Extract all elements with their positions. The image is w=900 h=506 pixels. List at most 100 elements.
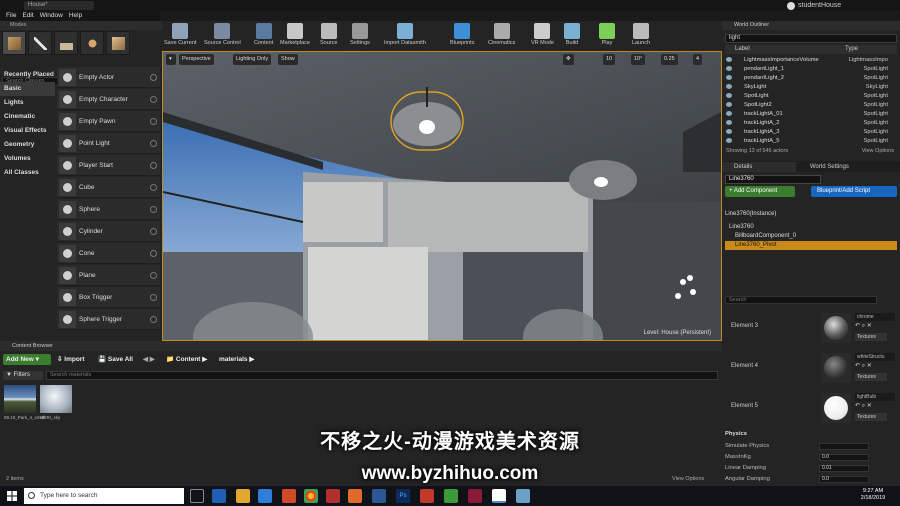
actor-item[interactable]: Sphere Trigger xyxy=(57,309,160,330)
toolbar-blueprints-button[interactable]: Blueprints xyxy=(450,21,474,51)
visibility-eye-icon[interactable] xyxy=(726,102,732,107)
app-icon-purple[interactable] xyxy=(468,489,482,503)
outliner-row[interactable]: trackLightA_2 SpotLight xyxy=(725,119,890,127)
level-tab[interactable]: House* xyxy=(24,1,94,10)
outliner-row[interactable]: SpotLight2 SpotLight xyxy=(725,101,890,109)
outliner-row[interactable]: trackLightA_3 SpotLight xyxy=(725,128,890,136)
visibility-eye-icon[interactable] xyxy=(726,66,732,71)
actor-item[interactable]: Player Start xyxy=(57,155,160,176)
menu-window[interactable]: Window xyxy=(40,11,63,21)
toolbar-content-button[interactable]: Content xyxy=(254,21,273,51)
outliner-search-input[interactable]: light xyxy=(725,34,897,43)
outliner-row[interactable]: SpotLight SpotLight xyxy=(725,92,890,100)
save-all-button[interactable]: 💾 Save All xyxy=(98,354,133,365)
viewport-options-button[interactable]: ▾ xyxy=(166,54,176,65)
scale-snap-value[interactable]: 0.25 xyxy=(661,54,678,65)
path-materials[interactable]: materials ▶ xyxy=(219,354,254,365)
info-icon[interactable] xyxy=(150,96,157,103)
outliner-view-options[interactable]: View Options xyxy=(862,147,894,156)
asset-hdri-sky[interactable]: HDRI_sky xyxy=(40,385,72,429)
geometry-mode-tab[interactable] xyxy=(106,31,130,55)
rotation-snap-value[interactable]: 10° xyxy=(631,54,646,65)
transform-gizmo-icon[interactable]: ✥ xyxy=(563,54,574,65)
column-type[interactable]: Type xyxy=(845,45,858,54)
grid-snap-value[interactable]: 10 xyxy=(603,54,616,65)
category-lights[interactable]: Lights xyxy=(0,96,55,110)
app-icon-green[interactable] xyxy=(444,489,458,503)
chrome-icon[interactable] xyxy=(304,489,318,503)
material-dropdown[interactable]: chrome xyxy=(855,313,895,321)
toolbar-cinematics-button[interactable]: Cinematics xyxy=(488,21,515,51)
content-search-input[interactable]: Search materials xyxy=(46,371,718,380)
actor-item[interactable]: Cube xyxy=(57,177,160,198)
textures-dropdown[interactable]: Textures xyxy=(855,333,887,341)
menu-help[interactable]: Help xyxy=(69,11,82,21)
asset-park-hdri[interactable]: 09.10_Park_4_small xyxy=(4,385,45,429)
info-icon[interactable] xyxy=(150,206,157,213)
actor-item[interactable]: Cone xyxy=(57,243,160,264)
tab-world-settings[interactable]: World Settings xyxy=(798,162,868,172)
add-new-button[interactable]: Add New ▾ xyxy=(3,354,51,365)
perspective-button[interactable]: Perspective xyxy=(179,54,214,65)
details-search-input[interactable]: Search xyxy=(725,296,877,304)
lighting-only-button[interactable]: Lighting Only xyxy=(233,54,272,65)
toolbar-launch-button[interactable]: Launch xyxy=(632,21,650,51)
unreal-engine-icon[interactable] xyxy=(492,489,506,503)
info-icon[interactable] xyxy=(150,316,157,323)
column-label[interactable]: Label xyxy=(735,45,750,54)
visibility-eye-icon[interactable] xyxy=(726,75,732,80)
landscape-mode-tab[interactable] xyxy=(54,31,78,55)
info-icon[interactable] xyxy=(150,228,157,235)
visibility-eye-icon[interactable] xyxy=(726,84,732,89)
info-icon[interactable] xyxy=(150,250,157,257)
outliner-row[interactable]: LightmassImportanceVolume LightmassImpo xyxy=(725,56,890,64)
toolbar-play-button[interactable]: Play xyxy=(599,21,615,51)
windows-start-icon[interactable] xyxy=(7,491,17,501)
path-content[interactable]: 📁 Content ▶ xyxy=(166,354,207,365)
outliner-row[interactable]: SkyLight SkyLight xyxy=(725,83,890,91)
import-button[interactable]: ⇩ Import xyxy=(57,354,85,365)
toolbar-source-button[interactable]: Source xyxy=(320,21,337,51)
nav-back-forward[interactable]: ◀ ▶ xyxy=(143,354,155,365)
toolbar-import-datasmith-button[interactable]: Import Datasmith xyxy=(384,21,426,51)
category-visual-effects[interactable]: Visual Effects xyxy=(0,124,55,138)
outliner-row[interactable]: pendantLight_1 SpotLight xyxy=(725,65,890,73)
info-icon[interactable] xyxy=(150,162,157,169)
component-pivot[interactable]: Line3760_Pivot xyxy=(725,241,897,250)
textures-dropdown[interactable]: Textures xyxy=(855,413,887,421)
toolbar-marketplace-button[interactable]: Marketplace xyxy=(280,21,310,51)
edge-icon[interactable] xyxy=(212,489,226,503)
mail-icon[interactable] xyxy=(282,489,296,503)
camera-speed-value[interactable]: 4 xyxy=(693,54,703,65)
actor-item[interactable]: Empty Actor xyxy=(57,67,160,88)
show-button[interactable]: Show xyxy=(278,54,298,65)
visibility-eye-icon[interactable] xyxy=(726,93,732,98)
category-basic[interactable]: Basic xyxy=(0,82,55,96)
actor-item[interactable]: Empty Character xyxy=(57,89,160,110)
store-icon[interactable] xyxy=(258,489,272,503)
material-dropdown[interactable]: lightBulb xyxy=(855,393,895,401)
component-billboard[interactable]: BillboardComponent_0 xyxy=(725,232,897,241)
menu-file[interactable]: File xyxy=(6,11,16,21)
component-root[interactable]: Line3760 xyxy=(725,223,897,232)
task-view-icon[interactable] xyxy=(190,489,204,503)
category-all-classes[interactable]: All Classes xyxy=(0,166,55,180)
info-icon[interactable] xyxy=(150,272,157,279)
outliner-row[interactable]: trackLightA_01 SpotLight xyxy=(725,110,890,118)
word-icon[interactable] xyxy=(372,489,386,503)
file-explorer-icon[interactable] xyxy=(236,489,250,503)
info-icon[interactable] xyxy=(150,118,157,125)
menu-edit[interactable]: Edit xyxy=(22,11,33,21)
material-controls[interactable]: ↶ ⌕ ✕ xyxy=(855,322,872,330)
system-clock[interactable]: 9:27 AM 2/18/2019 xyxy=(846,488,900,502)
textures-dropdown[interactable]: Textures xyxy=(855,373,887,381)
toolbar-save-current-button[interactable]: Save Current xyxy=(164,21,196,51)
place-mode-tab[interactable] xyxy=(2,31,26,55)
filters-button[interactable]: ▼ Filters xyxy=(3,371,43,380)
powerpoint-icon[interactable] xyxy=(348,489,362,503)
add-component-button[interactable]: + Add Component xyxy=(725,186,795,197)
material-controls[interactable]: ↶ ⌕ ✕ xyxy=(855,362,872,370)
actor-item[interactable]: Sphere xyxy=(57,199,160,220)
toolbar-vr-mode-button[interactable]: VR Mode xyxy=(531,21,554,51)
actor-item[interactable]: Box Trigger xyxy=(57,287,160,308)
